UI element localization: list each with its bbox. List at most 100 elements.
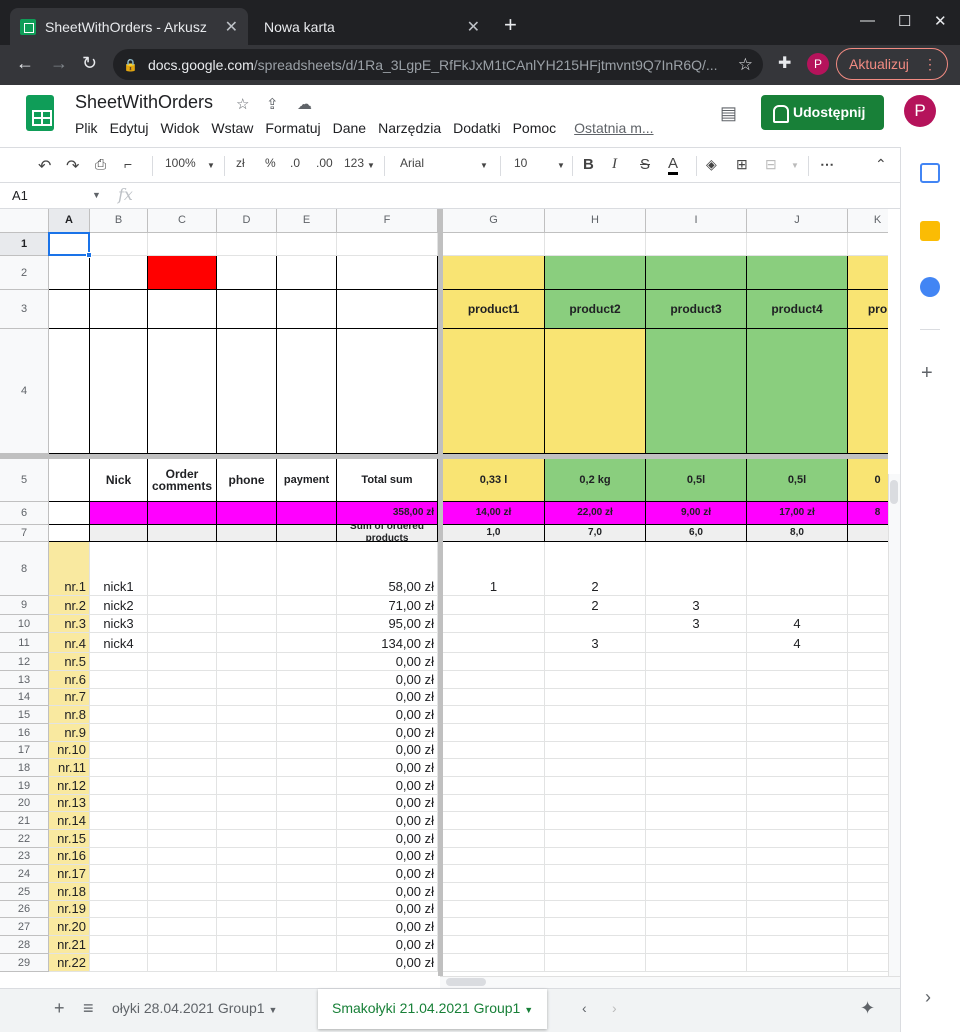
- order-quantity[interactable]: [545, 883, 646, 901]
- grid-cell[interactable]: [277, 615, 337, 633]
- order-quantity[interactable]: [443, 742, 545, 759]
- order-quantity[interactable]: [848, 812, 888, 830]
- grid-cell[interactable]: [217, 795, 277, 812]
- share-button[interactable]: Udostępnij: [761, 95, 884, 130]
- grid-cell[interactable]: [277, 848, 337, 865]
- grid-cell[interactable]: [277, 759, 337, 777]
- grid-cell[interactable]: [217, 542, 277, 596]
- order-quantity[interactable]: [848, 936, 888, 954]
- more-options-icon[interactable]: ⋯: [820, 156, 834, 173]
- grid-cell[interactable]: [277, 671, 337, 689]
- grid-cell[interactable]: [277, 936, 337, 954]
- column-title-f[interactable]: Total sum: [337, 459, 438, 502]
- product-unit[interactable]: 0,2 kg: [545, 459, 646, 502]
- increase-decimal-button[interactable]: .00: [316, 156, 333, 170]
- move-folder-icon[interactable]: ⇪: [266, 95, 279, 113]
- menu-file[interactable]: Plik: [75, 120, 98, 136]
- grid-cell[interactable]: [148, 812, 217, 830]
- profile-avatar[interactable]: P: [807, 53, 829, 75]
- order-quantity[interactable]: 3: [646, 615, 747, 633]
- grid-cell[interactable]: [277, 830, 337, 848]
- grid-cell[interactable]: [49, 256, 90, 290]
- row-header[interactable]: 2: [0, 256, 49, 290]
- order-quantity[interactable]: [646, 812, 747, 830]
- grid-cell[interactable]: [217, 848, 277, 865]
- order-quantity[interactable]: [443, 795, 545, 812]
- product-unit[interactable]: 0,33 l: [443, 459, 545, 502]
- grid-cell[interactable]: [545, 329, 646, 454]
- sheet-tab-previous[interactable]: ołyki 28.04.2021 Group1 ▼: [112, 989, 277, 1029]
- grid-cell[interactable]: [217, 502, 277, 525]
- order-quantity[interactable]: [848, 689, 888, 706]
- grid-cell[interactable]: [148, 290, 217, 329]
- order-total[interactable]: 0,00 zł: [337, 954, 438, 972]
- order-nick[interactable]: [90, 742, 148, 759]
- order-quantity[interactable]: [747, 848, 848, 865]
- grid-cell[interactable]: [148, 233, 217, 256]
- reload-icon[interactable]: ↻: [82, 53, 97, 73]
- number-format-select[interactable]: 123: [344, 156, 364, 170]
- order-quantity[interactable]: [545, 724, 646, 742]
- column-title-d[interactable]: phone: [217, 459, 277, 502]
- close-icon[interactable]: ✕: [225, 17, 238, 37]
- order-quantity[interactable]: [545, 865, 646, 883]
- order-quantity[interactable]: [443, 724, 545, 742]
- column-header-h[interactable]: H: [545, 209, 646, 233]
- grid-cell[interactable]: [148, 525, 217, 542]
- grid-cell[interactable]: [545, 256, 646, 290]
- order-quantity[interactable]: [545, 918, 646, 936]
- menu-format[interactable]: Formatuj: [265, 120, 320, 136]
- strikethrough-button[interactable]: S: [640, 156, 650, 173]
- grid-cell[interactable]: [148, 542, 217, 596]
- order-quantity[interactable]: [646, 742, 747, 759]
- order-nick[interactable]: [90, 777, 148, 795]
- grid-cell[interactable]: [848, 233, 888, 256]
- grid-cell[interactable]: [90, 233, 148, 256]
- fill-color-icon[interactable]: ◈: [706, 156, 717, 173]
- order-quantity[interactable]: [747, 936, 848, 954]
- order-number[interactable]: nr.19: [49, 901, 90, 918]
- grid-cell[interactable]: [148, 848, 217, 865]
- grid-cell[interactable]: [277, 256, 337, 290]
- order-quantity[interactable]: [747, 830, 848, 848]
- grid-cell[interactable]: [217, 865, 277, 883]
- order-nick[interactable]: nick3: [90, 615, 148, 633]
- grid-cell[interactable]: [443, 233, 545, 256]
- order-nick[interactable]: [90, 901, 148, 918]
- tab-new[interactable]: Nowa karta ✕: [252, 8, 492, 45]
- bold-button[interactable]: B: [583, 156, 594, 173]
- column-header-b[interactable]: B: [90, 209, 148, 233]
- grid-cell[interactable]: [217, 525, 277, 542]
- sheets-logo-icon[interactable]: [26, 95, 54, 131]
- order-quantity[interactable]: [646, 777, 747, 795]
- order-number[interactable]: nr.17: [49, 865, 90, 883]
- grid-cell[interactable]: [148, 502, 217, 525]
- explore-icon[interactable]: ✦: [860, 989, 875, 1029]
- grid-cell[interactable]: [217, 954, 277, 972]
- grid-cell[interactable]: [148, 329, 217, 454]
- spreadsheet-grid[interactable]: A B C D E F G H I J K 1 2 3 4 5 6 7 8 9 10 11 12 13 14 15 16 17 18 19…: [0, 209, 888, 976]
- grid-cell[interactable]: [148, 671, 217, 689]
- grid-cell[interactable]: [217, 290, 277, 329]
- order-quantity[interactable]: [848, 795, 888, 812]
- row-header[interactable]: 8: [0, 542, 49, 596]
- grid-cell[interactable]: [277, 596, 337, 615]
- grid-cell[interactable]: [277, 689, 337, 706]
- grid-cell[interactable]: [217, 742, 277, 759]
- order-quantity[interactable]: [443, 615, 545, 633]
- grid-cell[interactable]: [277, 542, 337, 596]
- row-header[interactable]: 3: [0, 290, 49, 329]
- order-quantity[interactable]: [848, 883, 888, 901]
- order-quantity[interactable]: [747, 918, 848, 936]
- order-number[interactable]: nr.16: [49, 848, 90, 865]
- order-quantity[interactable]: [747, 883, 848, 901]
- borders-icon[interactable]: ⊞: [736, 156, 748, 173]
- grid-cell[interactable]: [217, 830, 277, 848]
- product-price[interactable]: 17,00 zł: [747, 502, 848, 525]
- row-header[interactable]: 1: [0, 233, 49, 256]
- grid-cell[interactable]: [277, 706, 337, 724]
- grid-cell[interactable]: [90, 329, 148, 454]
- grid-cell[interactable]: [217, 596, 277, 615]
- grid-cell[interactable]: [148, 936, 217, 954]
- order-nick[interactable]: [90, 918, 148, 936]
